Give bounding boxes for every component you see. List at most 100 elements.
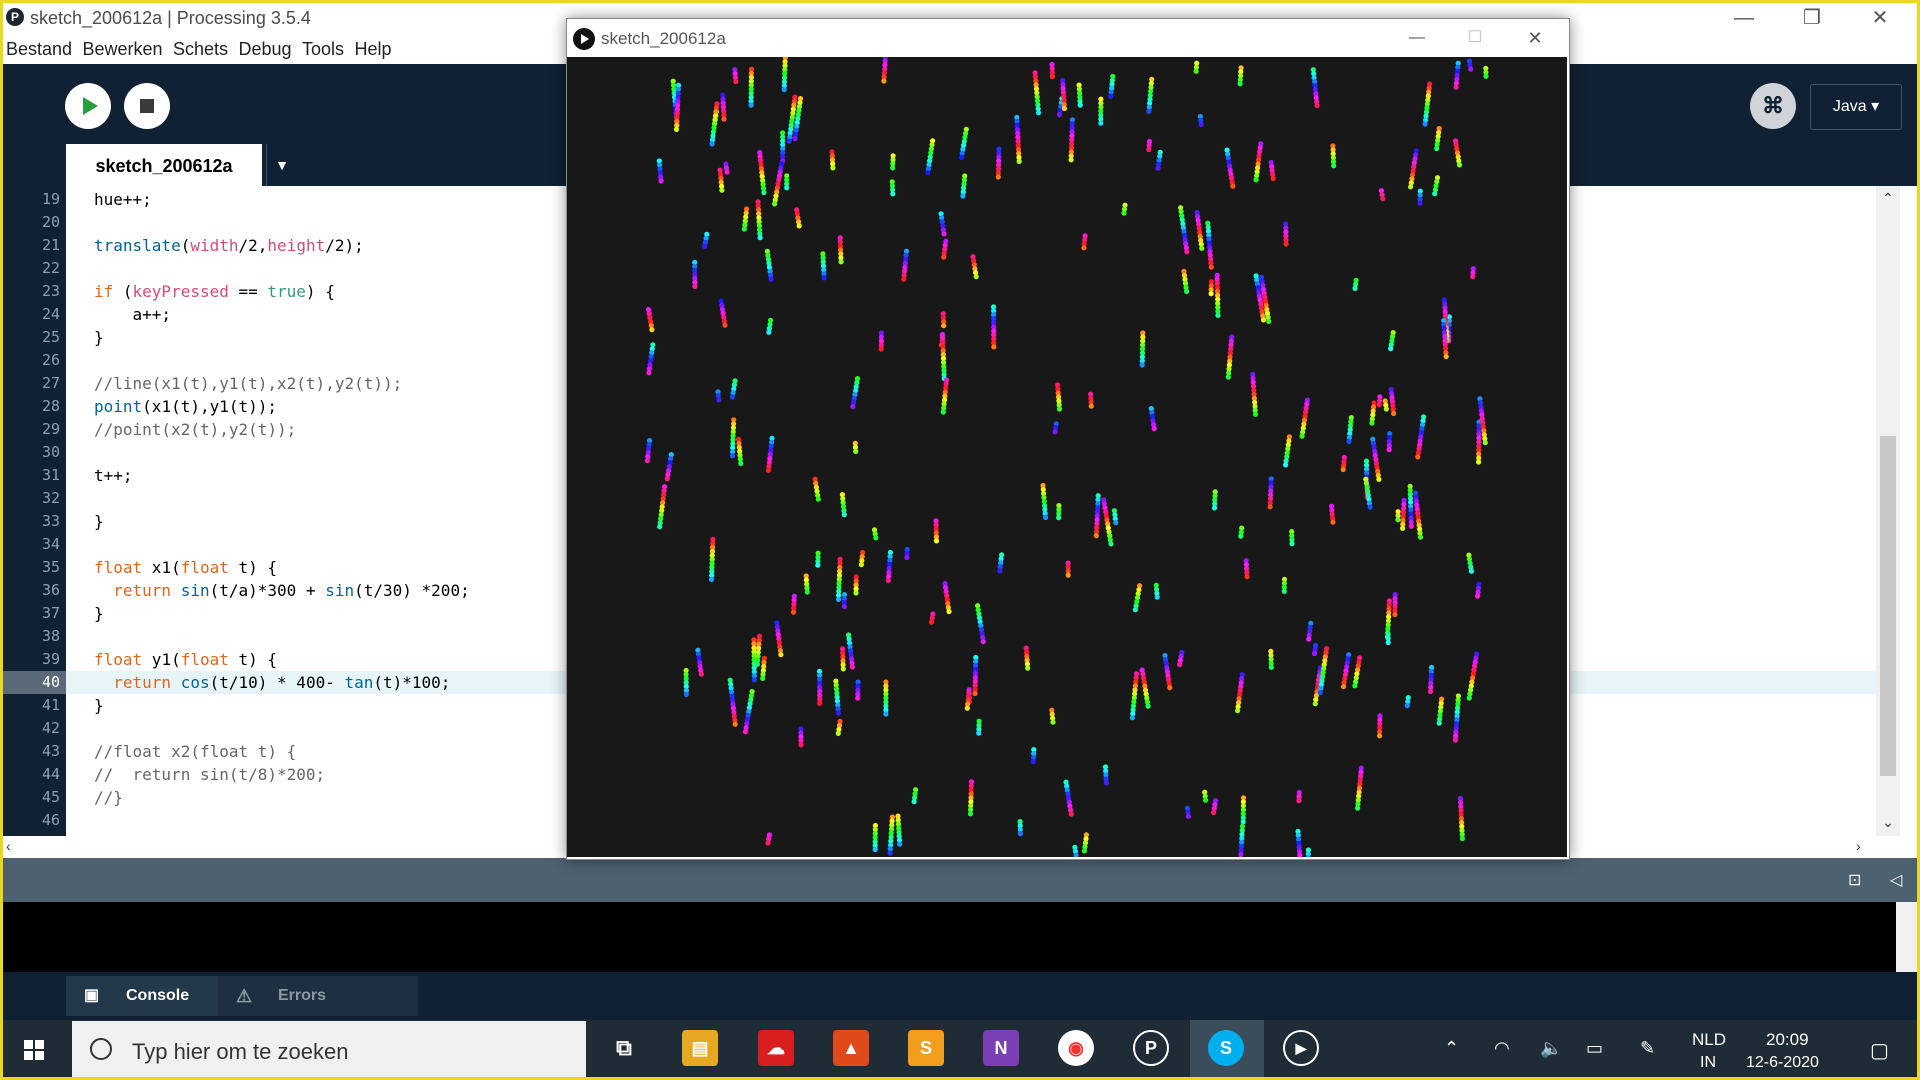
code-line[interactable]: hue++; — [94, 188, 152, 211]
code-line[interactable]: } — [94, 326, 104, 349]
point-trail — [1040, 482, 1049, 521]
point-trail — [1208, 279, 1214, 297]
sketch-close-button[interactable]: ✕ — [1507, 19, 1563, 57]
sketch-point — [1244, 574, 1250, 580]
point-trail — [835, 556, 843, 603]
chrome-icon[interactable]: ◉ — [1058, 1030, 1094, 1066]
sketch-minimize-button[interactable]: — — [1389, 19, 1445, 57]
point-trail — [846, 632, 855, 670]
processing-taskbar-icon[interactable]: P — [1133, 1030, 1169, 1066]
mode-select[interactable]: Java ▾ — [1810, 84, 1902, 130]
show-hidden-icons-icon[interactable]: ⌃ — [1444, 1038, 1459, 1059]
code-line[interactable]: if (keyPressed == true) { — [94, 280, 335, 303]
scroll-down-icon[interactable]: ⌄ — [1876, 814, 1900, 831]
sketch-point — [1184, 288, 1190, 294]
sketch-run-taskbar-icon[interactable]: ▶ — [1283, 1030, 1319, 1066]
point-trail — [729, 417, 737, 459]
point-trail — [1072, 844, 1079, 857]
restore-button[interactable]: ❐ — [1784, 0, 1840, 36]
sketch-point — [815, 562, 821, 568]
run-button[interactable] — [65, 83, 111, 129]
sketch-point — [840, 666, 846, 672]
sketch-point — [1016, 158, 1022, 164]
sketch-window[interactable]: sketch_200612a — ☐ ✕ — [566, 18, 1570, 860]
point-trail — [928, 611, 936, 625]
code-line[interactable]: return sin(t/a)*300 + sin(t/30) *200; — [94, 579, 469, 602]
point-trail — [1253, 141, 1264, 183]
autodesk-app-icon[interactable]: ▲ — [833, 1030, 869, 1066]
volume-icon[interactable]: 🔈 — [1540, 1038, 1562, 1059]
tab-sketch[interactable]: sketch_200612a — [66, 144, 262, 186]
line-number: 23 — [41, 282, 60, 300]
sketch-point — [1443, 354, 1449, 360]
point-trail — [781, 57, 788, 93]
debugger-icon[interactable]: ⌘ — [1750, 83, 1796, 129]
point-trail — [833, 678, 842, 716]
code-line[interactable]: //float x2(float t) { — [94, 740, 296, 763]
point-trail — [1328, 503, 1336, 525]
keyboard-layout[interactable]: IN — [1700, 1054, 1716, 1072]
close-button[interactable]: ✕ — [1852, 0, 1908, 36]
code-line[interactable]: } — [94, 694, 104, 717]
clock-date[interactable]: 12-6-2020 — [1746, 1054, 1819, 1072]
scroll-left-icon[interactable]: ‹ — [6, 838, 11, 854]
clock-time[interactable]: 20:09 — [1766, 1030, 1809, 1050]
sketch-point — [1459, 835, 1465, 842]
code-line[interactable]: float x1(float t) { — [94, 556, 277, 579]
scroll-up-icon[interactable]: ⌃ — [1876, 190, 1900, 207]
code-line[interactable]: // return sin(t/8)*200; — [94, 763, 325, 786]
menu-tools[interactable]: Tools — [302, 36, 344, 60]
point-trail — [1139, 667, 1151, 709]
menu-bewerken[interactable]: Bewerken — [83, 36, 163, 60]
code-line[interactable]: translate(width/2,height/2); — [94, 234, 364, 257]
stop-button[interactable] — [124, 83, 170, 129]
point-trail — [1153, 582, 1160, 600]
scroll-thumb[interactable] — [1880, 436, 1896, 776]
code-line[interactable]: //point(x2(t),y2(t)); — [94, 418, 296, 441]
menu-bestand[interactable]: Bestand — [6, 36, 72, 60]
scroll-right-icon[interactable]: › — [1856, 838, 1861, 854]
skype-icon[interactable]: S — [1208, 1030, 1244, 1066]
network-icon[interactable]: ◠ — [1494, 1038, 1510, 1059]
sketch-point — [1317, 690, 1323, 696]
file-explorer-icon[interactable]: ▤ — [682, 1030, 718, 1066]
code-line[interactable]: point(x1(t),y1(t)); — [94, 395, 277, 418]
battery-icon[interactable]: ▭ — [1586, 1038, 1603, 1059]
task-view-icon[interactable]: ⧉ — [606, 1030, 642, 1066]
code-line[interactable]: a++; — [94, 303, 172, 326]
minimize-button[interactable]: — — [1716, 0, 1772, 36]
tab-errors[interactable]: ⚠ Errors — [218, 976, 418, 1016]
code-line[interactable]: t++; — [94, 464, 133, 487]
sketch-point — [1312, 701, 1318, 707]
code-line[interactable]: } — [94, 510, 104, 533]
sublime-text-icon[interactable]: S — [908, 1030, 944, 1066]
point-trail — [766, 317, 774, 335]
code-line[interactable]: //} — [94, 786, 123, 809]
creative-cloud-icon[interactable]: ☁ — [758, 1030, 794, 1066]
pen-icon[interactable]: ✎ — [1640, 1038, 1655, 1059]
point-trail — [741, 206, 750, 232]
start-button[interactable] — [0, 1020, 70, 1080]
menu-help[interactable]: Help — [354, 36, 391, 60]
console-scrollbar[interactable] — [1896, 902, 1920, 972]
editor-vertical-scrollbar[interactable]: ⌃ ⌄ — [1876, 186, 1900, 836]
sketch-point — [885, 577, 891, 584]
language-indicator[interactable]: NLD — [1692, 1030, 1726, 1050]
code-line[interactable]: return cos(t/10) * 400- tan(t)*100; — [94, 671, 450, 694]
sketch-point — [1260, 317, 1267, 323]
menu-schets[interactable]: Schets — [173, 36, 228, 60]
clear-console-icon[interactable]: ⊡ — [1848, 870, 1861, 890]
tab-menu-arrow[interactable]: ▼ — [266, 144, 297, 186]
point-trail — [1310, 67, 1320, 109]
sketch-point — [1346, 439, 1352, 445]
collapse-console-icon[interactable]: ◁ — [1890, 870, 1902, 890]
notifications-icon[interactable]: ▢ — [1870, 1038, 1889, 1063]
console-output — [0, 902, 1896, 972]
code-line[interactable]: //line(x1(t),y1(t),x2(t),y2(t)); — [94, 372, 402, 395]
code-line[interactable]: } — [94, 602, 104, 625]
menu-debug[interactable]: Debug — [239, 36, 292, 60]
code-line[interactable]: float y1(float t) { — [94, 648, 277, 671]
onenote-icon[interactable]: N — [983, 1030, 1019, 1066]
taskbar-search[interactable]: Typ hier om te zoeken — [72, 1021, 586, 1079]
sketch-maximize-button[interactable]: ☐ — [1447, 19, 1503, 57]
